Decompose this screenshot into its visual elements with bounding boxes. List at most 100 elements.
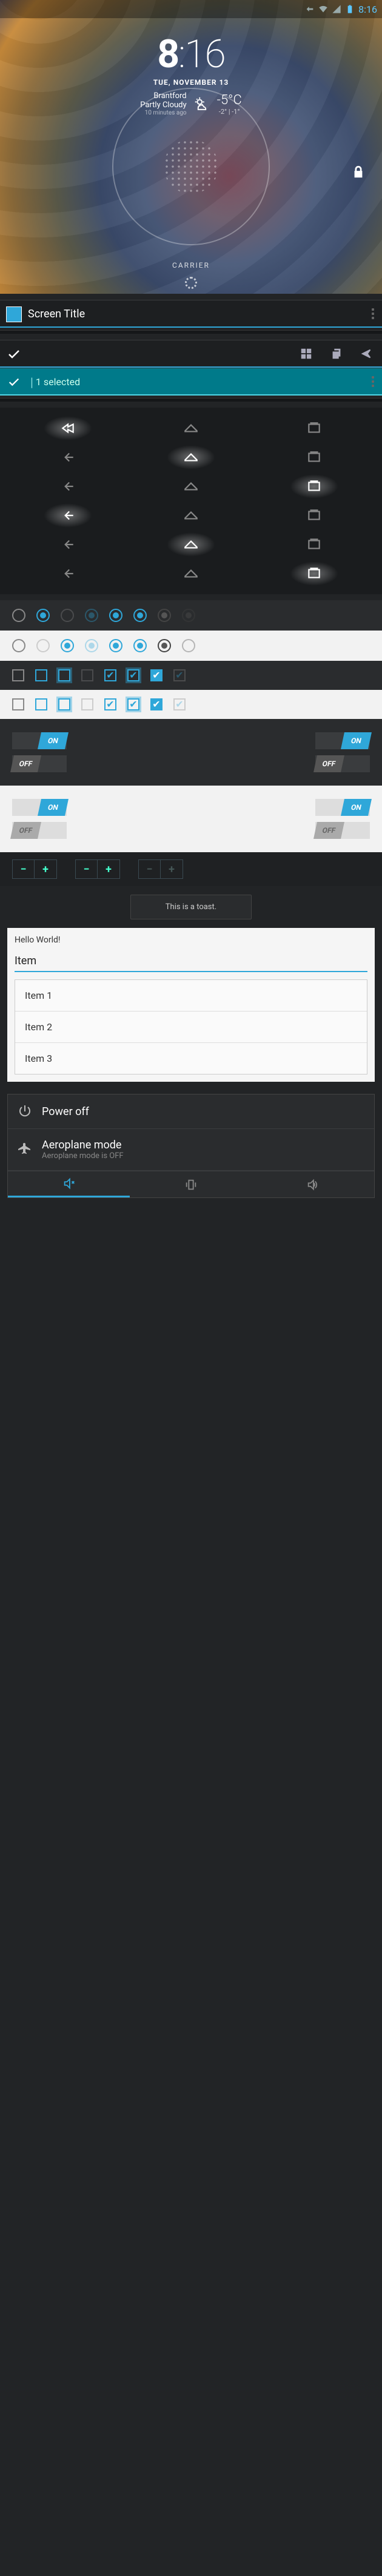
weather-widget[interactable]: Brantford Partly Cloudy 10 minutes ago -… [0, 91, 382, 116]
minus-button: − [139, 860, 161, 878]
text-input[interactable] [15, 951, 367, 972]
number-stepper[interactable]: −+ [75, 859, 120, 879]
checkbox-off[interactable] [12, 698, 24, 710]
checkbox-off-disabled [81, 669, 93, 681]
lock-clock: 8 : 16 TUE, NOVEMBER 13 Brantford Partly… [0, 18, 382, 116]
back-button[interactable] [7, 473, 128, 500]
actionbar-cab-selected: | 1 selected [0, 368, 382, 396]
radio-off[interactable] [12, 639, 25, 652]
done-button[interactable] [0, 340, 28, 368]
switch-off[interactable]: OFF [12, 822, 67, 839]
weather-condition: Partly Cloudy [140, 101, 186, 110]
share-button[interactable] [352, 340, 382, 366]
home-button[interactable] [130, 415, 251, 442]
home-button[interactable] [130, 560, 251, 587]
back-button[interactable] [7, 502, 128, 529]
radio-row-light [0, 631, 382, 661]
checkbox-on-pressed[interactable] [127, 698, 139, 710]
checkbox-on-pressed[interactable] [127, 669, 139, 681]
radio-on-disabled [85, 639, 98, 652]
checkbox-on-disabled [173, 698, 186, 710]
switch-on[interactable]: ON [12, 799, 67, 816]
checkbox-on-filled[interactable] [150, 669, 163, 681]
radio-on-pressed[interactable] [109, 639, 122, 652]
plus-button: + [161, 860, 183, 878]
power-menu: Power off Aeroplane modeAeroplane mode i… [7, 1094, 375, 1198]
checkbox-on-filled[interactable] [150, 698, 163, 710]
list-item[interactable]: Item 2 [15, 1012, 367, 1043]
minus-button[interactable]: − [13, 860, 35, 878]
check-row-light [0, 690, 382, 719]
radio-on[interactable] [36, 609, 50, 622]
overflow-button[interactable] [364, 300, 382, 326]
checkbox-off-focused[interactable] [35, 669, 47, 681]
home-button[interactable] [130, 531, 251, 558]
home-button[interactable] [130, 473, 251, 500]
switch-on-focused[interactable]: ON [315, 799, 370, 816]
divider: | [28, 368, 36, 394]
radio-off[interactable] [12, 609, 25, 622]
checkbox-off-disabled [81, 698, 93, 710]
checkbox-off-focused[interactable] [35, 698, 47, 710]
back-button[interactable] [7, 444, 128, 471]
recents-button[interactable] [254, 531, 375, 558]
radio-on-focused[interactable] [133, 609, 147, 622]
unlock-handle[interactable] [164, 139, 218, 194]
network-activity-icon [305, 4, 315, 14]
checkbox-on[interactable] [104, 669, 116, 681]
app-icon[interactable] [0, 300, 28, 328]
back-button[interactable] [7, 560, 128, 587]
checkbox-off-pressed[interactable] [58, 669, 70, 681]
home-button[interactable] [130, 502, 251, 529]
plus-button[interactable]: + [98, 860, 119, 878]
switch-on-focused[interactable]: ON [315, 732, 370, 749]
silent-tab[interactable] [8, 1171, 130, 1197]
recents-button[interactable] [254, 415, 375, 442]
grid-view-button[interactable] [291, 340, 321, 366]
toast: This is a toast. [130, 895, 252, 919]
selection-count[interactable]: 1 selected [36, 368, 80, 394]
list-item[interactable]: Item 3 [15, 1043, 367, 1074]
recents-button[interactable] [254, 473, 375, 500]
switch-on[interactable]: ON [12, 732, 67, 749]
list-item[interactable]: Item 1 [15, 980, 367, 1012]
vibrate-tab[interactable] [130, 1171, 252, 1197]
recents-button[interactable] [254, 444, 375, 471]
switch-off-focused[interactable]: OFF [315, 822, 370, 839]
done-button[interactable] [0, 368, 28, 396]
switch-off-focused[interactable]: OFF [315, 755, 370, 772]
power-off-item[interactable]: Power off [8, 1094, 374, 1129]
home-button[interactable] [130, 444, 251, 471]
back-button[interactable] [7, 415, 128, 442]
page-indicator [185, 277, 197, 289]
airplane-sublabel: Aeroplane mode is OFF [42, 1151, 124, 1161]
minus-button[interactable]: − [76, 860, 98, 878]
clock-sep: : [178, 31, 184, 77]
lock-icon [352, 165, 365, 179]
radio-on[interactable] [61, 639, 74, 652]
checkbox-on[interactable] [104, 698, 116, 710]
statusbar-time: 8:16 [358, 4, 377, 15]
overflow-button[interactable] [364, 368, 382, 394]
sound-tab[interactable] [252, 1171, 374, 1197]
radio-on-focused[interactable] [133, 639, 147, 652]
wifi-icon [318, 4, 328, 14]
lockscreen: 8:16 8 : 16 TUE, NOVEMBER 13 Brantford P… [0, 0, 382, 294]
checkbox-off-pressed[interactable] [58, 698, 70, 710]
radio-on-disabled [85, 609, 98, 622]
switch-off[interactable]: OFF [12, 755, 67, 772]
recents-button[interactable] [254, 560, 375, 587]
radio-on-pressed[interactable] [109, 609, 122, 622]
copy-button[interactable] [321, 340, 352, 366]
back-button[interactable] [7, 531, 128, 558]
recents-button[interactable] [254, 502, 375, 529]
weather-range: -2° | -1° [217, 108, 242, 116]
nav-button-grid [0, 408, 382, 594]
checkbox-off[interactable] [12, 669, 24, 681]
plus-button[interactable]: + [35, 860, 56, 878]
radio-on-dark[interactable] [158, 639, 171, 652]
airplane-mode-item[interactable]: Aeroplane modeAeroplane mode is OFF [8, 1129, 374, 1171]
radio-on-dark[interactable] [158, 609, 171, 622]
airplane-label: Aeroplane mode [42, 1139, 124, 1151]
number-stepper[interactable]: −+ [12, 859, 57, 879]
